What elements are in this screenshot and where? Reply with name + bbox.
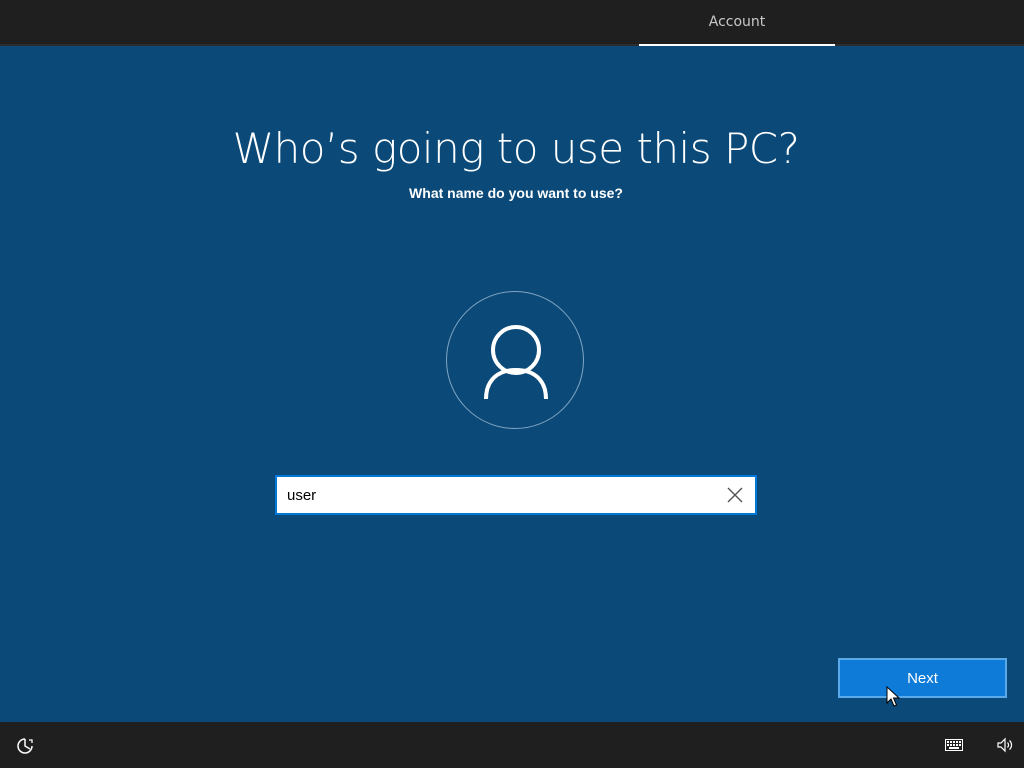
page-title: Who’s going to use this PC? xyxy=(232,124,800,173)
oobe-screen: Account Who’s going to use this PC? What… xyxy=(0,0,1024,768)
tab-account: Account xyxy=(639,0,835,44)
volume-icon[interactable] xyxy=(997,737,1013,753)
mouse-pointer-icon xyxy=(886,686,900,707)
next-button[interactable]: Next xyxy=(838,658,1007,698)
keyboard-icon[interactable] xyxy=(945,739,963,751)
top-bar: Account xyxy=(0,0,1024,46)
name-input[interactable] xyxy=(287,477,717,513)
page-subtitle: What name do you want to use? xyxy=(409,185,623,201)
avatar xyxy=(446,291,584,429)
bottom-bar xyxy=(0,722,1024,768)
next-button-label: Next xyxy=(907,669,938,687)
close-icon[interactable] xyxy=(725,485,745,505)
ease-of-access-icon[interactable] xyxy=(16,737,34,755)
name-field xyxy=(275,475,757,515)
main-content: Who’s going to use this PC? What name do… xyxy=(0,46,1024,722)
person-icon xyxy=(484,325,548,400)
tab-account-label: Account xyxy=(708,14,766,30)
